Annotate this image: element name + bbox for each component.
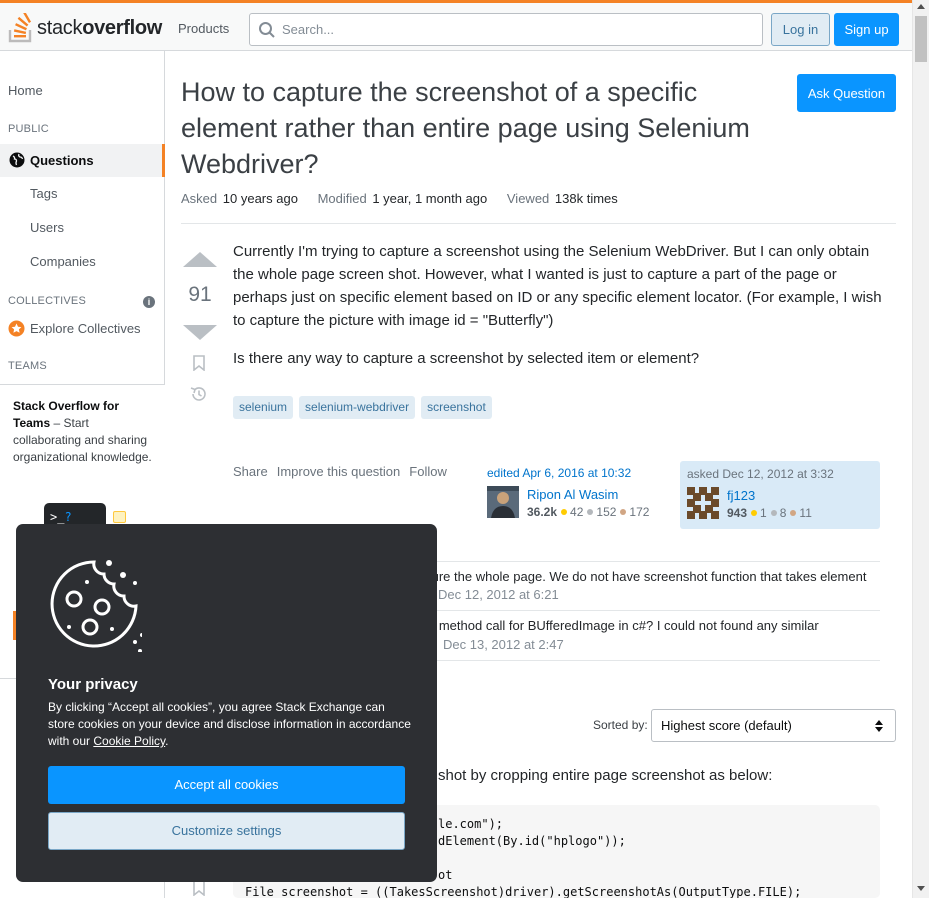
asked-timestamp: asked Dec 12, 2012 at 3:32 (687, 467, 834, 481)
products-menu[interactable]: Products (167, 13, 240, 44)
asker-name[interactable]: fj123 (727, 488, 755, 503)
editor-name[interactable]: Ripon Al Wasim (527, 487, 618, 502)
logo-text: stackoverflow (37, 16, 163, 39)
sidebar-item-tags[interactable]: Tags (30, 186, 57, 201)
sort-arrows-icon (875, 720, 883, 732)
vote-down-icon[interactable] (183, 325, 217, 340)
page-scrollbar[interactable] (912, 0, 929, 898)
edited-timestamp[interactable]: edited Apr 6, 2016 at 10:32 (487, 466, 677, 480)
avatar[interactable] (487, 486, 519, 518)
question-title[interactable]: How to capture the screenshot of a speci… (181, 74, 781, 182)
sidebar-item-explore-collectives[interactable]: Explore Collectives (8, 319, 141, 337)
comment-text: ture the whole page. We do not have scre… (428, 569, 867, 584)
tag-list: selenium selenium-webdriver screenshot (233, 396, 492, 419)
customize-settings-button[interactable]: Customize settings (48, 812, 405, 850)
top-bar: stackoverflow Products Log in Sign up (0, 0, 912, 51)
search-box[interactable] (249, 13, 763, 46)
code-line: File screenshot = ((TakesScreenshot)driv… (245, 885, 802, 898)
tag-selenium-webdriver[interactable]: selenium-webdriver (299, 396, 416, 419)
asked-label: Asked (181, 191, 218, 206)
cookie-policy-link[interactable]: Cookie Policy (93, 734, 165, 748)
sidebar-heading-public: PUBLIC (8, 123, 49, 135)
viewed-value: 138k times (554, 191, 618, 206)
info-icon[interactable]: i (143, 296, 155, 308)
editor-card: edited Apr 6, 2016 at 10:32 Ripon Al Was… (487, 466, 677, 519)
viewed-label: Viewed (506, 191, 550, 206)
comment-date[interactable]: Dec 13, 2012 at 2:47 (443, 637, 564, 652)
sidebar-item-label: Explore Collectives (30, 320, 141, 336)
accept-all-cookies-button[interactable]: Accept all cookies (48, 766, 405, 804)
share-link[interactable]: Share (233, 464, 268, 479)
cookie-consent-dialog: Your privacy By clicking “Accept all coo… (16, 524, 437, 882)
sidebar-item-label: Questions (30, 153, 94, 168)
ask-question-button[interactable]: Ask Question (797, 74, 896, 112)
sidebar-item-home[interactable]: Home (8, 83, 43, 98)
sorted-by-label: Sorted by: (593, 718, 648, 732)
modified-value[interactable]: 1 year, 1 month ago (372, 191, 487, 206)
asker-reputation: 943 1 8 11 (727, 506, 812, 520)
sort-select[interactable]: Highest score (default) (651, 709, 896, 742)
asker-card: asked Dec 12, 2012 at 3:32 fj123 943 1 8 11 (680, 461, 880, 529)
question-meta: Asked 10 years ago Modified 1 year, 1 mo… (181, 191, 634, 206)
tag-screenshot[interactable]: screenshot (421, 396, 492, 419)
bookmark-icon[interactable] (193, 355, 205, 371)
search-icon (259, 22, 275, 38)
question-paragraph: Currently I'm trying to capture a screen… (233, 243, 882, 329)
sidebar-item-questions[interactable]: Questions (0, 144, 165, 177)
site-logo[interactable]: stackoverflow (8, 11, 162, 45)
follow-link[interactable]: Follow (409, 464, 447, 479)
sidebar-item-users[interactable]: Users (30, 220, 64, 235)
improve-question-link[interactable]: Improve this question (277, 464, 401, 479)
editor-reputation: 36.2k 42 152 172 (527, 505, 650, 519)
login-button[interactable]: Log in (771, 13, 830, 46)
sort-value: Highest score (default) (661, 718, 792, 733)
history-icon[interactable] (190, 385, 208, 403)
stack-overflow-logo-icon (8, 13, 32, 43)
answer-text: shot by cropping entire page screenshot … (438, 767, 773, 784)
sidebar-item-companies[interactable]: Companies (30, 254, 96, 269)
question-body: Currently I'm trying to capture a screen… (233, 240, 883, 385)
modified-label: Modified (317, 191, 367, 206)
divider (181, 223, 896, 224)
comment-date[interactable]: Dec 12, 2012 at 6:21 (438, 587, 559, 602)
globe-icon (9, 152, 25, 168)
chat-bubble-icon (113, 511, 126, 523)
cookie-title: Your privacy (48, 676, 138, 693)
vote-count: 91 (188, 283, 212, 306)
cookie-description: By clicking “Accept all cookies”, you ag… (48, 700, 411, 748)
teams-promo-text: Stack Overflow for Teams – Start collabo… (13, 399, 152, 464)
sidebar-heading-collectives: COLLECTIVES (8, 295, 87, 307)
sidebar-heading-teams: TEAMS (8, 360, 47, 372)
collectives-star-icon (8, 320, 25, 336)
scroll-down-arrow-icon[interactable] (917, 886, 925, 891)
tag-selenium[interactable]: selenium (233, 396, 294, 419)
scroll-thumb[interactable] (915, 16, 927, 62)
bookmark-icon[interactable] (193, 880, 205, 896)
vote-up-icon[interactable] (183, 252, 217, 267)
avatar[interactable] (687, 487, 719, 519)
post-menu: Share Improve this question Follow (233, 464, 447, 479)
comment-text: e method call for BUfferedImage in c#? I… (428, 618, 819, 633)
scroll-up-arrow-icon[interactable] (917, 4, 925, 9)
search-input[interactable] (282, 14, 752, 45)
question-paragraph: Is there any way to capture a screenshot… (233, 350, 700, 367)
asked-value: 10 years ago (222, 191, 298, 206)
signup-button[interactable]: Sign up (834, 13, 899, 46)
cookie-icon (50, 560, 142, 652)
